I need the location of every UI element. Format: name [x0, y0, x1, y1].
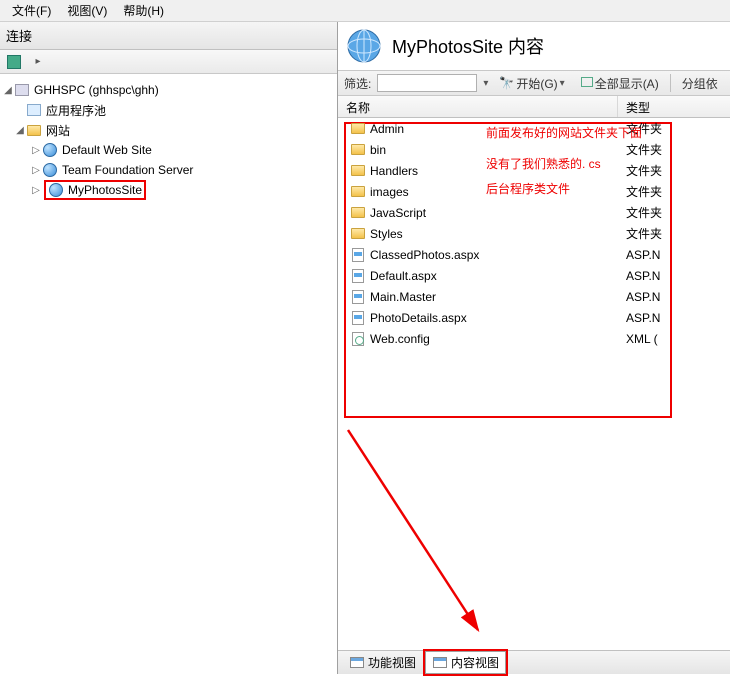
tree-root-label: GHHSPC (ghhspc\ghh) [34, 83, 159, 97]
folder-icon [350, 142, 366, 158]
connections-toolbar: ▸ [0, 50, 337, 74]
item-name: Default.aspx [370, 269, 437, 283]
folder-icon [350, 184, 366, 200]
filter-groupby[interactable]: 分组依 [677, 72, 723, 94]
item-name: Web.config [370, 332, 430, 346]
content-panel: MyPhotosSite 内容 筛选: ▾ 🔭 开始(G) ▾ 全部显示(A) … [338, 22, 730, 674]
aspx-icon [350, 310, 366, 326]
filter-groupby-label: 分组依 [682, 75, 718, 92]
list-item[interactable]: Styles 文件夹 [338, 223, 730, 244]
expand-icon[interactable]: ▸ [28, 52, 48, 72]
tree-sites-label: 网站 [46, 122, 70, 139]
conf-icon [350, 331, 366, 347]
menu-file[interactable]: 文件(F) [4, 0, 59, 21]
folder-icon [350, 205, 366, 221]
tree-site-myphotos[interactable]: ▷ MyPhotosSite [2, 180, 335, 200]
save-icon[interactable] [4, 52, 24, 72]
globe-large-icon [346, 28, 382, 64]
tree-site-myphotos-label: MyPhotosSite [68, 183, 142, 197]
server-icon [14, 82, 30, 98]
filter-label: 筛选: [344, 75, 371, 92]
tree-site-tfs-label: Team Foundation Server [62, 163, 193, 177]
tab-content-label: 内容视图 [451, 654, 499, 671]
item-type: XML ( [618, 332, 730, 346]
tab-features-label: 功能视图 [368, 654, 416, 671]
annotation-line1: 前面发布好的网站文件夹下面 [486, 124, 666, 143]
filter-input[interactable] [377, 74, 477, 92]
globe-icon [42, 162, 58, 178]
globe-icon [42, 142, 58, 158]
list-item[interactable]: Main.Master ASP.N [338, 286, 730, 307]
menu-bar: 文件(F) 视图(V) 帮助(H) [0, 0, 730, 22]
item-name: ClassedPhotos.aspx [370, 248, 479, 262]
item-type: ASP.N [618, 290, 730, 304]
item-name: PhotoDetails.aspx [370, 311, 467, 325]
item-type: 文件夹 [618, 225, 730, 242]
content-title: MyPhotosSite 内容 [392, 33, 544, 59]
aspx-icon [350, 268, 366, 284]
annotation-line2: 没有了我们熟悉的. cs [486, 155, 666, 174]
sites-folder-icon [26, 122, 42, 138]
list-item[interactable]: ClassedPhotos.aspx ASP.N [338, 244, 730, 265]
list-body: Admin文件夹bin文件夹Handlers文件夹images文件夹JavaSc… [338, 118, 730, 650]
tree: ◢ GHHSPC (ghhspc\ghh) 应用程序池 ◢ 网站 ▷ Defau… [0, 74, 337, 674]
filter-showall[interactable]: 全部显示(A) [576, 72, 664, 94]
binoculars-icon: 🔭 [499, 76, 514, 90]
apppool-icon [26, 102, 42, 118]
item-name: Styles [370, 227, 403, 241]
content-icon [432, 655, 448, 671]
item-name: bin [370, 143, 386, 157]
tree-site-default[interactable]: ▷ Default Web Site [2, 140, 335, 160]
col-type[interactable]: 类型 [618, 96, 730, 117]
annotation-line3: 后台程序类文件 [486, 180, 666, 199]
tree-root[interactable]: ◢ GHHSPC (ghhspc\ghh) [2, 80, 335, 100]
tree-site-tfs[interactable]: ▷ Team Foundation Server [2, 160, 335, 180]
highlight-content-tab: 内容视图 [423, 649, 508, 676]
tab-features[interactable]: 功能视图 [342, 651, 423, 674]
item-name: Handlers [370, 164, 418, 178]
tree-apppool[interactable]: 应用程序池 [2, 100, 335, 120]
item-type: ASP.N [618, 269, 730, 283]
tree-site-default-label: Default Web Site [62, 143, 152, 157]
folder-icon [350, 121, 366, 137]
tab-content[interactable]: 内容视图 [425, 651, 506, 674]
list-item[interactable]: JavaScript 文件夹 [338, 202, 730, 223]
highlight-selected-site: MyPhotosSite [44, 180, 146, 200]
aspx-icon [350, 247, 366, 263]
item-type: ASP.N [618, 248, 730, 262]
list-item[interactable]: Web.config XML ( [338, 328, 730, 349]
item-name: Admin [370, 122, 404, 136]
list-item[interactable]: PhotoDetails.aspx ASP.N [338, 307, 730, 328]
filter-showall-label: 全部显示(A) [595, 75, 659, 92]
item-name: JavaScript [370, 206, 426, 220]
content-header: MyPhotosSite 内容 [338, 22, 730, 70]
item-type: 文件夹 [618, 204, 730, 221]
tree-sites[interactable]: ◢ 网站 [2, 120, 335, 140]
connections-title: 连接 [0, 22, 337, 50]
list-item[interactable]: Default.aspx ASP.N [338, 265, 730, 286]
filter-dropdown-icon[interactable]: ▾ [483, 78, 488, 89]
bottom-tabs: 功能视图 内容视图 [338, 650, 730, 674]
aspx-icon [350, 289, 366, 305]
folder-icon [350, 226, 366, 242]
globe-icon [48, 182, 64, 198]
annotation-text: 前面发布好的网站文件夹下面 没有了我们熟悉的. cs 后台程序类文件 [486, 124, 666, 200]
features-icon [349, 655, 365, 671]
tree-apppool-label: 应用程序池 [46, 102, 106, 119]
filter-go-label: 开始(G) [516, 75, 557, 92]
menu-help[interactable]: 帮助(H) [115, 0, 172, 21]
col-name[interactable]: 名称 [338, 96, 618, 117]
folder-icon [350, 163, 366, 179]
item-name: images [370, 185, 409, 199]
item-type: ASP.N [618, 311, 730, 325]
menu-view[interactable]: 视图(V) [59, 0, 115, 21]
filter-bar: 筛选: ▾ 🔭 开始(G) ▾ 全部显示(A) 分组依 [338, 70, 730, 96]
showall-icon [581, 76, 593, 90]
item-name: Main.Master [370, 290, 436, 304]
list-header: 名称 类型 [338, 96, 730, 118]
connections-panel: 连接 ▸ ◢ GHHSPC (ghhspc\ghh) 应用程序池 ◢ 网站 ▷ [0, 22, 338, 674]
filter-go[interactable]: 🔭 开始(G) ▾ [494, 72, 569, 94]
